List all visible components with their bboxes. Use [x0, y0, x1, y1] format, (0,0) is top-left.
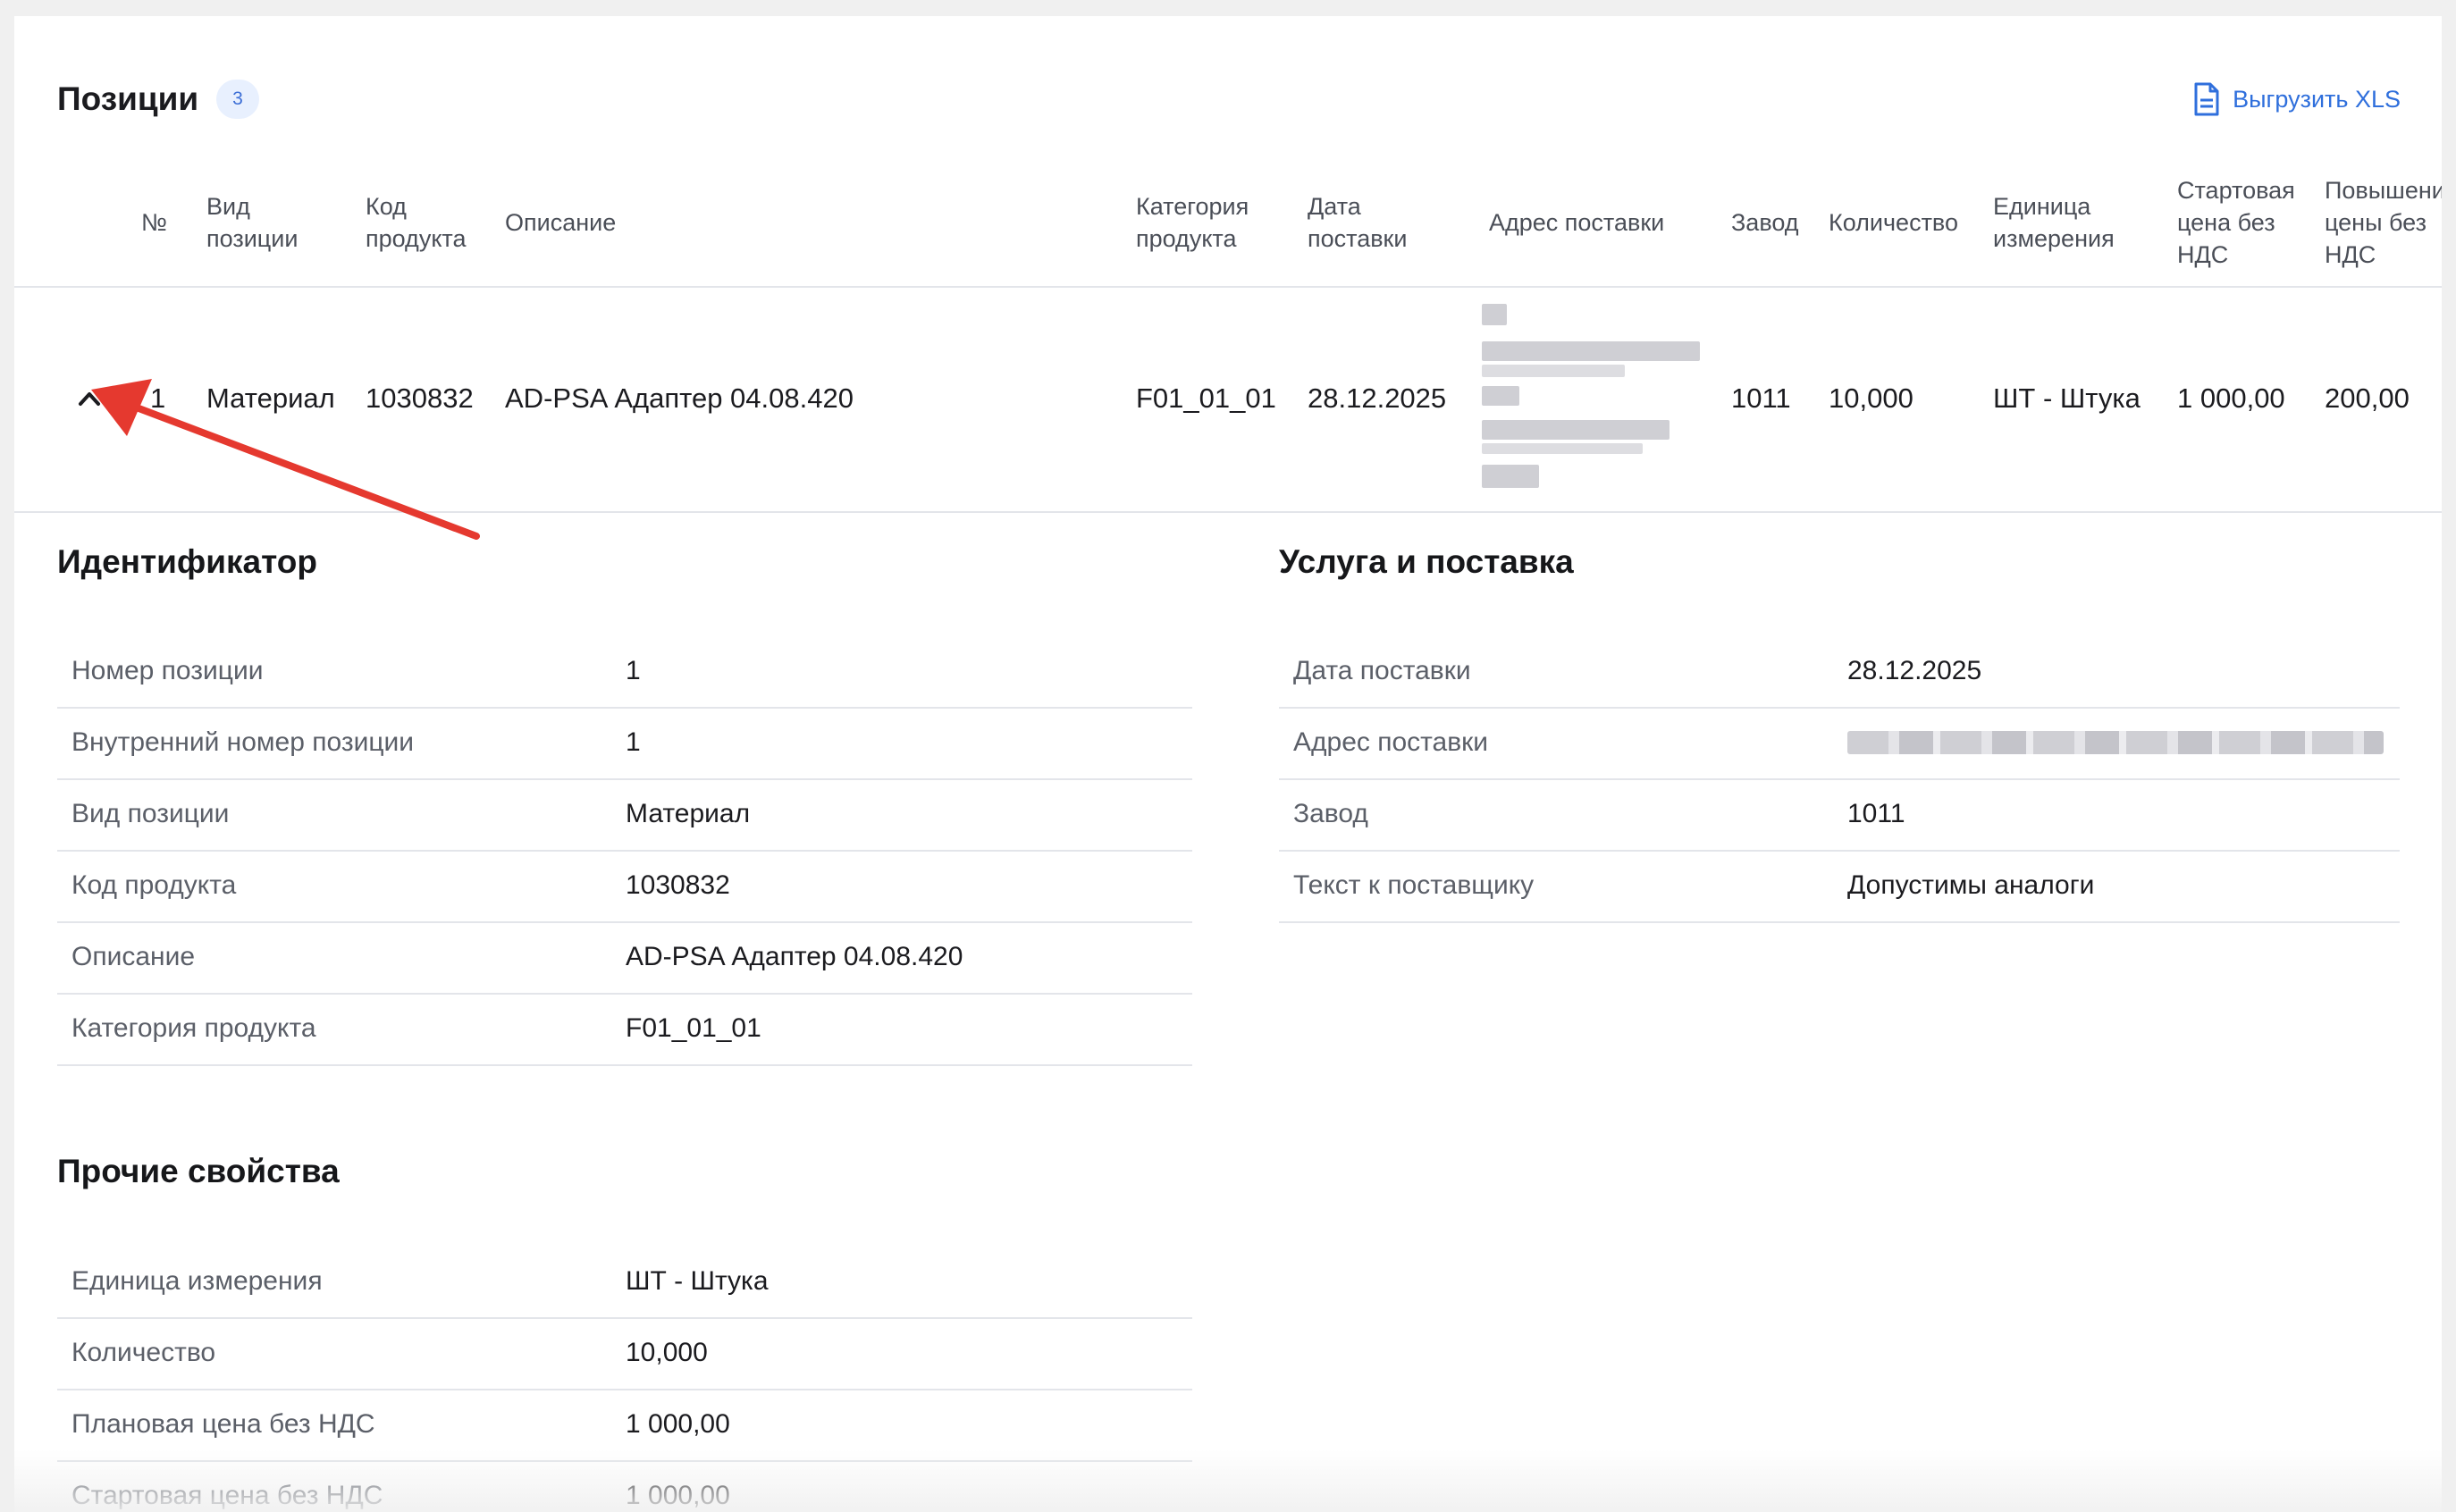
identifier-row-position-type: Вид позиции Материал: [57, 778, 1192, 852]
field-label: Плановая цена без НДС: [71, 1409, 375, 1439]
cell-position-type: Материал: [206, 382, 335, 414]
identifier-row-internal-number: Внутренний номер позиции 1: [57, 707, 1192, 780]
cell-start-price: 1 000,00: [2177, 382, 2285, 414]
chevron-up-icon[interactable]: [73, 382, 105, 415]
field-value: ШТ - Штука: [626, 1266, 769, 1296]
field-value: Допустимы аналоги: [1847, 870, 2095, 900]
count-badge: 3: [216, 80, 259, 119]
identifier-section-title: Идентификатор: [57, 543, 317, 580]
field-value: 1: [626, 727, 641, 757]
service-row-supplier-text: Текст к поставщику Допустимы аналоги: [1279, 850, 2400, 923]
column-header-number[interactable]: №: [141, 159, 167, 286]
column-header-start-price[interactable]: Стартовая цена без НДС: [2177, 159, 2295, 286]
column-header-position-type[interactable]: Вид позиции: [206, 159, 298, 286]
column-header-delivery-address[interactable]: Адрес поставки: [1489, 159, 1664, 286]
cell-quantity: 10,000: [1829, 382, 1913, 414]
field-label: Дата поставки: [1293, 656, 1471, 685]
field-label: Внутренний номер позиции: [71, 727, 415, 757]
identifier-row-product-category: Категория продукта F01_01_01: [57, 993, 1192, 1066]
column-header-description[interactable]: Описание: [505, 159, 616, 286]
cell-product-category: F01_01_01: [1136, 382, 1276, 414]
field-label: Вид позиции: [71, 799, 230, 828]
field-value: 10,000: [626, 1338, 708, 1367]
field-value: Материал: [626, 799, 751, 828]
other-row-start-price: Стартовая цена без НДС 1 000,00: [57, 1460, 1192, 1512]
field-label: Единица измерения: [71, 1266, 323, 1296]
column-header-product-code[interactable]: Код продукта: [366, 159, 467, 286]
cell-plant: 1011: [1731, 382, 1791, 414]
field-label: Адрес поставки: [1293, 727, 1489, 757]
redacted-delivery-address: [1480, 286, 1703, 511]
field-value: F01_01_01: [626, 1013, 761, 1043]
field-label: Код продукта: [71, 870, 237, 900]
field-value: 1011: [1847, 799, 1905, 828]
other-properties-section-title: Прочие свойства: [57, 1153, 340, 1189]
column-header-unit[interactable]: Единица измерения: [1993, 159, 2115, 286]
service-row-delivery-address: Адрес поставки: [1279, 707, 2400, 780]
service-section-title: Услуга и поставка: [1279, 543, 1574, 580]
field-label: Категория продукта: [71, 1013, 316, 1043]
service-row-delivery-date: Дата поставки 28.12.2025: [1279, 635, 2400, 709]
cell-delivery-date: 28.12.2025: [1308, 382, 1447, 414]
column-header-quantity[interactable]: Количество: [1829, 159, 1958, 286]
export-xls-label: Выгрузить XLS: [2233, 85, 2401, 113]
cell-price-increase: 200,00: [2325, 382, 2410, 414]
cell-description: AD-PSA Адаптер 04.08.420: [505, 382, 854, 414]
field-value: AD-PSA Адаптер 04.08.420: [626, 942, 963, 971]
field-value: 28.12.2025: [1847, 656, 1982, 685]
redacted-address-value: [1847, 707, 2384, 778]
field-label: Количество: [71, 1338, 216, 1367]
field-label: Описание: [71, 942, 196, 971]
cell-number: 1: [150, 382, 166, 414]
table-header: № Вид позиции Код продукта Описание Кате…: [14, 159, 2442, 288]
field-label: Номер позиции: [71, 656, 264, 685]
other-row-planned-price: Плановая цена без НДС 1 000,00: [57, 1389, 1192, 1462]
service-row-plant: Завод 1011: [1279, 778, 2400, 852]
document-icon: [2193, 82, 2220, 116]
identifier-row-description: Описание AD-PSA Адаптер 04.08.420: [57, 921, 1192, 995]
column-header-price-increase[interactable]: Повышение цены без НДС: [2325, 159, 2442, 286]
identifier-row-product-code: Код продукта 1030832: [57, 850, 1192, 923]
field-value: 1 000,00: [626, 1481, 730, 1510]
cell-product-code: 1030832: [366, 382, 474, 414]
table-row[interactable]: 1 Материал 1030832 AD-PSA Адаптер 04.08.…: [14, 286, 2442, 513]
export-xls-button[interactable]: Выгрузить XLS: [2193, 82, 2401, 116]
field-value: 1: [626, 656, 641, 685]
column-header-delivery-date[interactable]: Дата поставки: [1308, 159, 1407, 286]
page-title: Позиции: [57, 80, 199, 117]
column-header-plant[interactable]: Завод: [1731, 159, 1799, 286]
identifier-row-position-number: Номер позиции 1: [57, 635, 1192, 709]
cell-unit: ШТ - Штука: [1993, 382, 2141, 414]
column-header-product-category[interactable]: Категория продукта: [1136, 159, 1249, 286]
field-label: Текст к поставщику: [1293, 870, 1535, 900]
field-value: 1030832: [626, 870, 730, 900]
other-row-unit: Единица измерения ШТ - Штука: [57, 1246, 1192, 1319]
positions-panel: Позиции 3 Выгрузить XLS № Вид позиции Ко…: [14, 16, 2442, 1512]
field-label: Стартовая цена без НДС: [71, 1481, 383, 1510]
field-label: Завод: [1293, 799, 1368, 828]
field-value: 1 000,00: [626, 1409, 730, 1439]
other-row-quantity: Количество 10,000: [57, 1317, 1192, 1390]
